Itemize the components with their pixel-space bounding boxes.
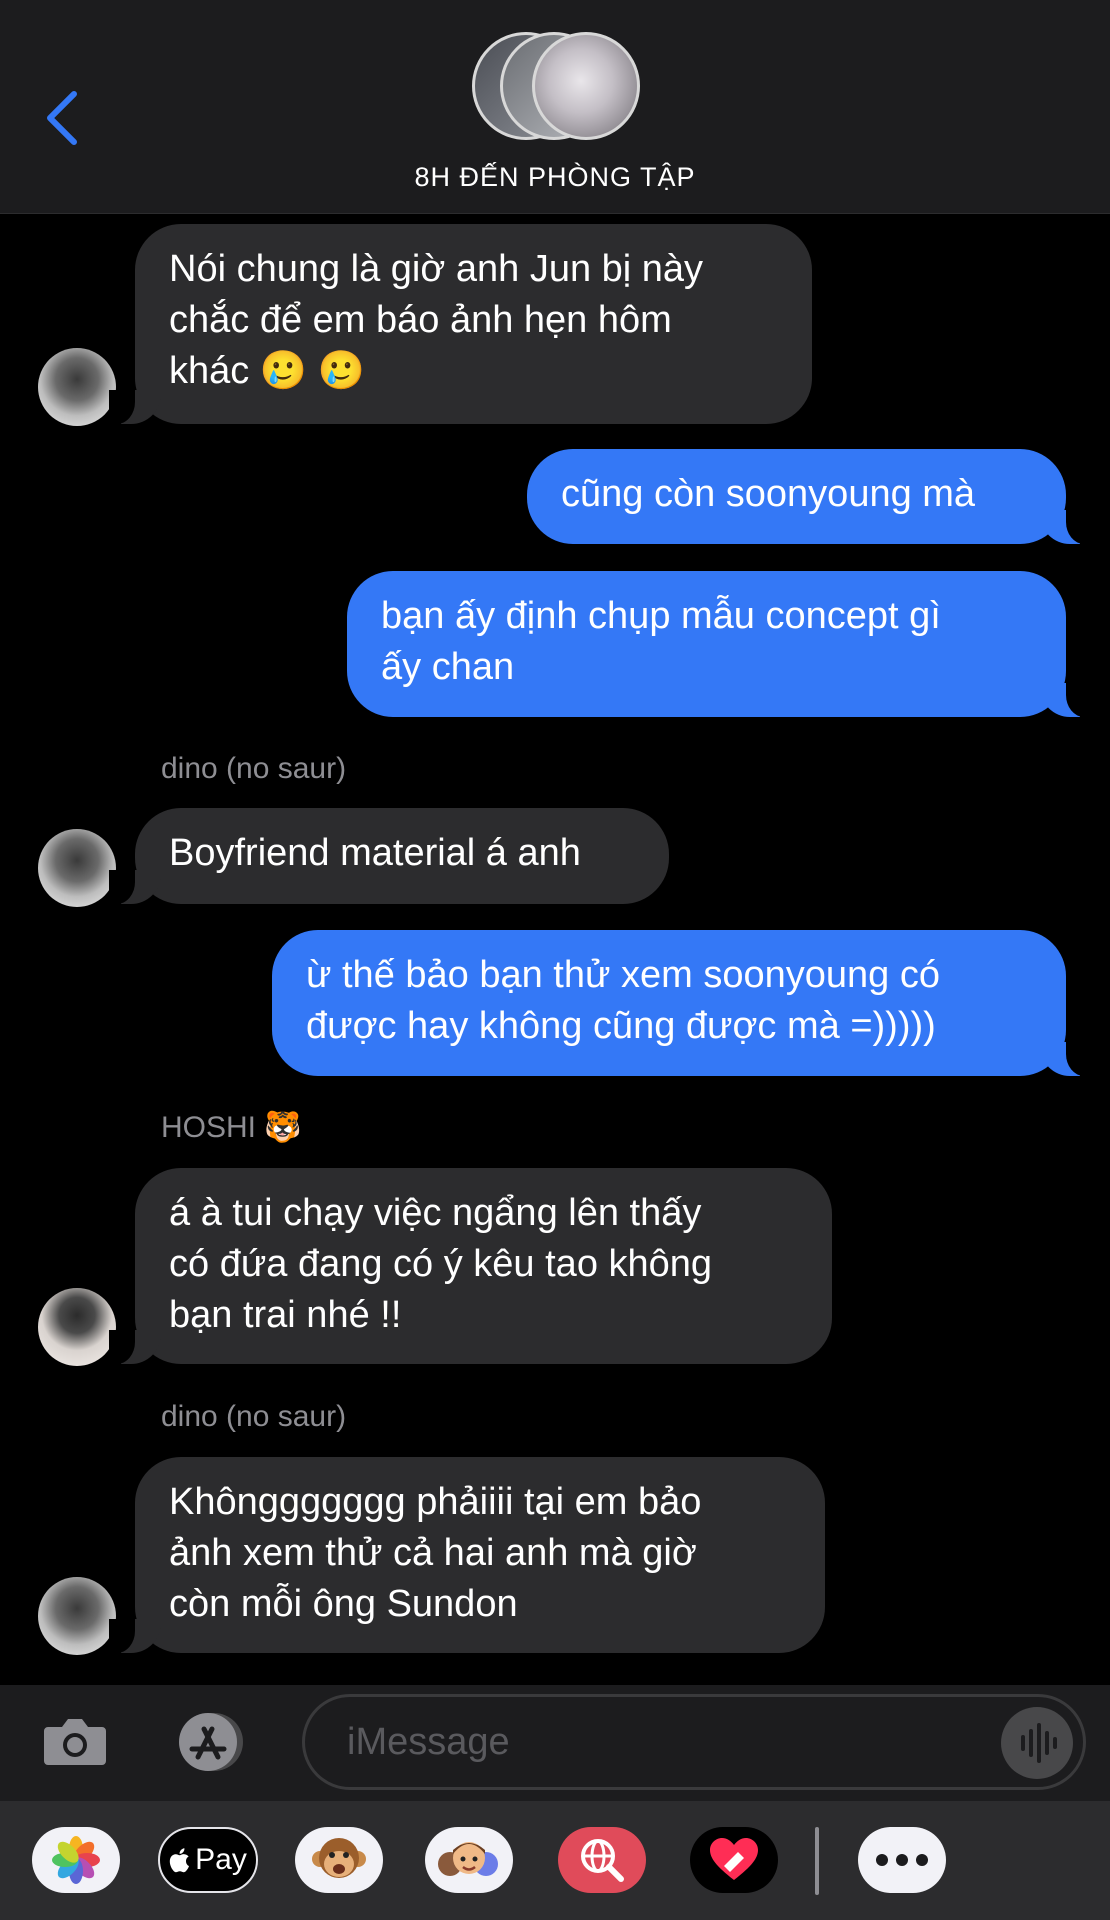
camera-icon[interactable] [42,1713,108,1769]
message-bubble-incoming[interactable]: á à tui chạy việc ngẩng lên thấy có đứa … [109,1168,832,1364]
group-member-avatar [532,32,640,140]
memoji-faces-icon [438,1842,498,1876]
message-line: bạn trai nhé !! [169,1294,402,1336]
group-avatar-stack[interactable] [470,30,640,145]
apple-logo-icon [169,1848,190,1873]
globe-search-icon [581,1839,624,1882]
compose-bar: iMessage [0,1685,1110,1801]
message-line: ảnh xem thử cả hai anh mà giờ [169,1532,697,1574]
photos-flower-icon [52,1836,100,1884]
message-line: á à tui chạy việc ngẩng lên thấy [169,1192,702,1234]
message-bubble-outgoing[interactable]: ừ thế bảo bạn thử xem soonyoung có được … [272,930,1092,1076]
sender-avatar[interactable] [38,1577,116,1655]
conversation-title[interactable]: 8H ĐẾN PHÒNG TẬP [0,162,1110,193]
message-input[interactable]: iMessage [302,1694,1086,1790]
message-bubble-outgoing[interactable]: bạn ấy định chụp mẫu concept gì ấy chan [347,571,1092,717]
message-bubble-incoming[interactable]: Boyfriend material á anh [109,808,669,904]
sender-avatar[interactable] [38,348,116,426]
animoji-button[interactable] [295,1827,383,1893]
heart-touch-icon [710,1838,758,1880]
apple-pay-button[interactable]: Pay [158,1827,258,1893]
message-line: Boyfriend material á anh [169,832,581,874]
apple-pay-label: Pay [195,1843,247,1876]
message-bubble-incoming[interactable]: Khônggggggg phảiiii tại em bảo ảnh xem t… [109,1457,825,1653]
message-line: có đứa đang có ý kêu tao không [169,1243,713,1285]
image-search-button[interactable] [558,1827,646,1893]
message-bubble-outgoing[interactable]: cũng còn soonyoung mà [527,449,1092,544]
monkey-face-icon [312,1838,366,1878]
message-line: cũng còn soonyoung mà [561,473,976,515]
digital-touch-button[interactable] [690,1827,778,1893]
back-chevron-icon[interactable] [40,88,84,148]
sender-name: HOSHI 🐯 [161,1111,302,1144]
app-store-icon[interactable] [168,1711,256,1773]
voice-message-icon[interactable] [1001,1707,1073,1779]
sender-avatar[interactable] [38,1288,116,1366]
message-line: ấy chan [381,646,515,688]
more-apps-button[interactable] [858,1827,946,1893]
drawer-divider [815,1827,819,1895]
more-dots-icon [876,1854,928,1866]
message-input-placeholder: iMessage [347,1721,510,1763]
message-line: bạn ấy định chụp mẫu concept gì [381,595,941,637]
message-bubble-incoming[interactable]: Nói chung là giờ anh Jun bị này chắc để … [109,224,812,424]
message-line: được hay không cũng được mà =))))) [306,1005,936,1047]
sender-name: dino (no saur) [161,1400,347,1433]
memoji-button[interactable] [425,1827,513,1893]
message-line: còn mỗi ông Sundon [169,1583,518,1625]
sender-name: dino (no saur) [161,752,347,785]
message-line: Khônggggggg phảiiii tại em bảo [169,1481,702,1523]
app-drawer: Pay [0,1801,1110,1920]
conversation-header: 8H ĐẾN PHÒNG TẬP [0,0,1110,214]
photos-app-button[interactable] [32,1827,120,1893]
message-line: khác 🥲 🥲 [169,350,366,392]
message-line: chắc để em báo ảnh hẹn hôm [169,299,672,341]
sender-avatar[interactable] [38,829,116,907]
message-line: ừ thế bảo bạn thử xem soonyoung có [306,954,940,996]
message-line: Nói chung là giờ anh Jun bị này [169,248,704,290]
